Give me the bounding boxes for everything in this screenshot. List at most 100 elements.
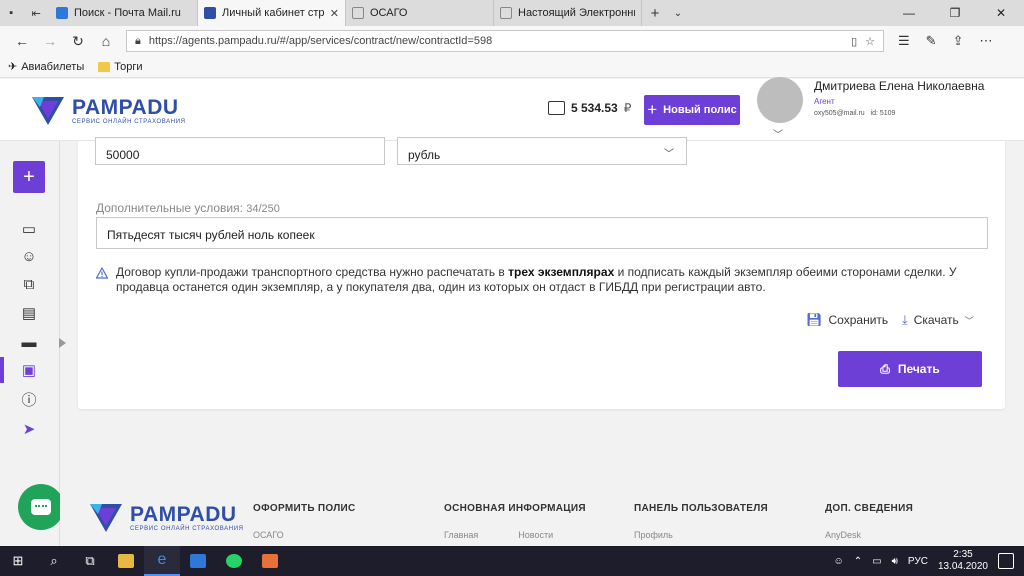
currency-select[interactable]: рубль ﹀ xyxy=(397,137,687,165)
tab-osago[interactable]: ОСАГО xyxy=(346,0,494,26)
print-button[interactable]: ⎙ Печать xyxy=(838,351,982,387)
active-marker xyxy=(0,357,4,383)
mail-icon[interactable] xyxy=(180,546,216,576)
save-label: Сохранить xyxy=(828,313,889,327)
edge-icon[interactable]: e xyxy=(144,546,180,576)
footer-link-news[interactable]: Новости xyxy=(518,530,553,540)
people-icon[interactable]: ☺ xyxy=(834,556,844,567)
user-meta: oxy505@mail.ru id: 5109 xyxy=(814,110,984,117)
extra-conditions-input[interactable]: Пятьдесят тысяч рублей ноль копеек xyxy=(96,217,988,249)
save-button[interactable]: 💾︎ Сохранить xyxy=(806,312,888,328)
alert-icon[interactable]: ⓘ xyxy=(19,389,39,409)
download-label: Скачать xyxy=(913,313,959,327)
bookmark-flights[interactable]: ✈ Авиабилеты xyxy=(8,60,85,74)
forward-arrow-icon[interactable]: → xyxy=(36,33,64,49)
favorites-list-icon[interactable]: ☰ xyxy=(898,33,910,49)
footer-link-profile[interactable]: Профиль xyxy=(634,530,673,540)
monitor-icon[interactable]: ▭ xyxy=(19,219,39,239)
page-favicon-icon xyxy=(500,7,512,19)
tray-chevron-icon[interactable]: ⌃ xyxy=(854,556,862,567)
lock-icon: 🔒︎ xyxy=(135,34,141,47)
footer-links: Главная Новости xyxy=(444,530,586,540)
explorer-icon[interactable] xyxy=(108,546,144,576)
home-icon[interactable]: ⌂ xyxy=(92,33,120,49)
balance[interactable]: 5 534.53 ₽ xyxy=(548,101,631,115)
footer-link-anydesk[interactable]: AnyDesk xyxy=(825,530,861,540)
site-logo[interactable]: PAMPADU Сервис онлайн страхования xyxy=(30,93,186,127)
footer-links: Профиль xyxy=(634,530,768,540)
url-text: https://agents.pampadu.ru/#/app/services… xyxy=(148,35,493,47)
sidebar-collapse-arrow-icon[interactable] xyxy=(59,338,66,348)
pen-icon[interactable]: ✎ xyxy=(926,33,937,49)
share-icon[interactable]: ⇪ xyxy=(953,33,964,49)
briefcase-icon[interactable]: ▣ xyxy=(19,360,39,380)
footer-logo[interactable]: PAMPADU Сервис онлайн страхования xyxy=(88,500,244,534)
tab-pampadu[interactable]: Личный кабинет страх ✕ xyxy=(198,0,346,26)
document-icon[interactable] xyxy=(252,546,288,576)
tab-title: ОСАГО xyxy=(370,7,408,19)
tab-electronic[interactable]: Настоящий Электронный xyxy=(494,0,642,26)
user-menu-chevron-icon[interactable]: ﹀ xyxy=(773,126,783,141)
tab-mail[interactable]: Поиск - Почта Mail.ru xyxy=(50,0,198,26)
footer-col-extra: ДОП. СВЕДЕНИЯ AnyDesk xyxy=(825,503,913,540)
copy-icon[interactable]: ⧉ xyxy=(19,274,39,294)
language-indicator[interactable]: РУС xyxy=(908,556,928,567)
pampadu-logo-icon xyxy=(32,97,64,125)
volume-icon[interactable]: 🔊︎ xyxy=(892,556,898,567)
avatar[interactable] xyxy=(757,77,803,123)
footer-link-osago[interactable]: ОСАГО xyxy=(253,530,284,540)
search-icon[interactable]: ⌕ xyxy=(36,546,72,576)
print-warning: Договор купли-продажи транспортного сред… xyxy=(96,265,986,295)
tab-preview-icon[interactable]: ▪ xyxy=(9,7,13,19)
footer-col-policy: ОФОРМИТЬ ПОЛИС ОСАГО xyxy=(253,503,356,540)
browser-tab-bar: ▪ ⇤ Поиск - Почта Mail.ru Личный кабинет… xyxy=(0,0,1024,26)
clipboard-icon[interactable]: ▤ xyxy=(19,303,39,323)
footer-heading: ПАНЕЛЬ ПОЛЬЗОВАТЕЛЯ xyxy=(634,503,768,514)
tab-list-chevron-icon[interactable]: ⌄ xyxy=(668,8,688,19)
back-arrow-icon[interactable]: ← xyxy=(8,33,36,49)
footer-col-panel: ПАНЕЛЬ ПОЛЬЗОВАТЕЛЯ Профиль xyxy=(634,503,768,540)
close-window-icon[interactable]: ✕ xyxy=(978,0,1024,26)
restore-icon[interactable]: ❐ xyxy=(932,0,978,26)
footer-link-home[interactable]: Главная xyxy=(444,530,478,540)
printer-icon: ⎙ xyxy=(880,361,890,376)
telegram-icon[interactable]: ➤ xyxy=(19,419,39,439)
left-sidebar: + ▭ ☺ ⧉ ▤ ▬ ▣ ⓘ ➤ xyxy=(0,141,60,546)
amount-input[interactable]: 50000 xyxy=(95,137,385,165)
card-icon[interactable]: ▬ xyxy=(19,332,39,352)
user-info[interactable]: Дмитриева Елена Николаевна Агент oxy505@… xyxy=(814,79,984,117)
bookmark-label: Авиабилеты xyxy=(21,60,85,73)
reading-view-icon[interactable]: ▯ xyxy=(851,35,857,48)
user-icon[interactable]: ☺ xyxy=(19,246,39,266)
network-icon[interactable]: ▭ xyxy=(872,556,881,567)
clock[interactable]: 2:35 13.04.2020 xyxy=(938,549,988,573)
more-icon[interactable]: ⋯ xyxy=(979,33,992,49)
minimize-icon[interactable]: — xyxy=(886,0,932,26)
new-policy-label: Новый полис xyxy=(663,104,737,116)
new-policy-button[interactable]: + Новый полис xyxy=(644,95,740,125)
pampadu-favicon-icon xyxy=(204,7,216,19)
chat-button[interactable] xyxy=(18,484,64,530)
plane-icon: ✈ xyxy=(8,61,18,73)
notifications-icon[interactable] xyxy=(998,553,1014,569)
sidebar-add-button[interactable]: + xyxy=(13,161,45,193)
bookmarks-bar: ✈ Авиабилеты Торги xyxy=(0,56,1024,78)
start-windows-icon[interactable]: ⊞ xyxy=(0,546,36,576)
favorite-star-icon[interactable]: ☆ xyxy=(865,35,875,48)
back-tabs-icon[interactable]: ⇤ xyxy=(32,7,41,20)
warning-text: Договор купли-продажи транспортного сред… xyxy=(116,265,986,295)
user-name: Дмитриева Елена Николаевна xyxy=(814,79,985,93)
whatsapp-icon[interactable] xyxy=(216,546,252,576)
user-role: Агент xyxy=(814,97,835,106)
url-field[interactable]: 🔒︎ https://agents.pampadu.ru/#/app/servi… xyxy=(126,30,884,52)
balance-currency: ₽ xyxy=(623,101,632,115)
windows-taskbar: ⊞ ⌕ ⧉ e ☺ ⌃ ▭ 🔊︎ РУС 2:35 13.04.2020 xyxy=(0,546,1024,576)
footer-col-info: ОСНОВНАЯ ИНФОРМАЦИЯ Главная Новости xyxy=(444,503,586,540)
bookmark-tenders[interactable]: Торги xyxy=(98,61,143,73)
window-controls: — ❐ ✕ xyxy=(886,0,1024,26)
download-button[interactable]: ⤓ Скачать ﹀ xyxy=(902,312,974,328)
new-tab-icon[interactable]: + xyxy=(642,5,668,22)
task-view-icon[interactable]: ⧉ xyxy=(72,546,108,576)
close-tab-icon[interactable]: ✕ xyxy=(330,7,339,20)
reload-icon[interactable]: ↻ xyxy=(64,33,92,50)
